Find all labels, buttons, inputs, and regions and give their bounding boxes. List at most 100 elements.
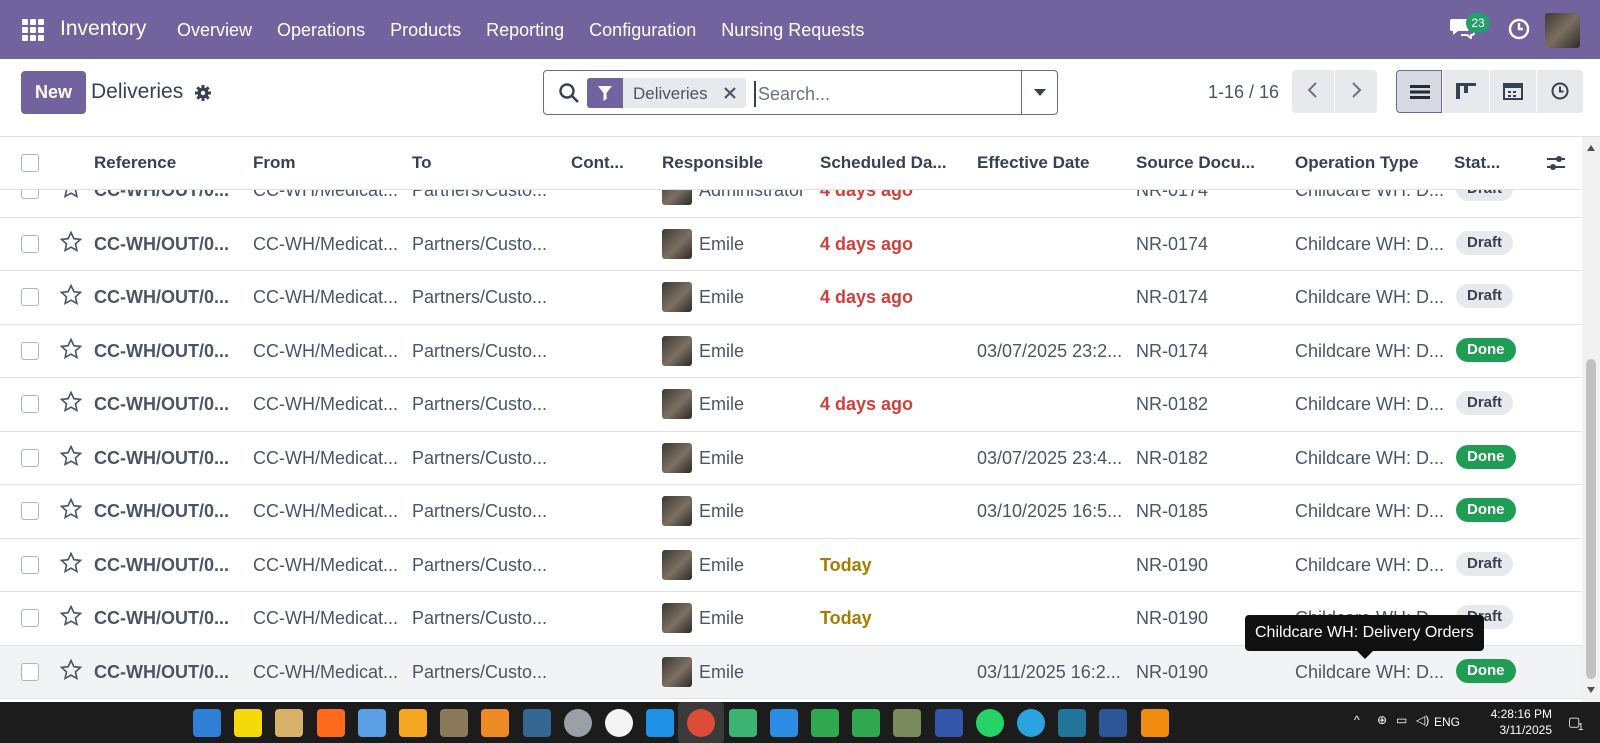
table-row[interactable]: CC-WH/OUT/0... CC-WH/Medicat... Partners/C… [0, 378, 1582, 432]
windows-start-icon[interactable] [193, 709, 221, 737]
star-icon[interactable] [59, 283, 83, 307]
app-brand[interactable]: Inventory [60, 17, 146, 41]
row-checkbox[interactable] [21, 662, 39, 681]
menu-item-products[interactable]: Products [390, 20, 461, 41]
search-options-toggle[interactable] [1021, 71, 1058, 114]
column-operation-type[interactable]: Operation Type [1295, 153, 1418, 173]
column-effective-date[interactable]: Effective Date [977, 153, 1089, 173]
network-icon[interactable] [357, 709, 386, 737]
row-checkbox[interactable] [21, 555, 39, 574]
kanban-view-button[interactable] [1443, 70, 1489, 113]
table-row[interactable]: CC-WH/OUT/0... CC-WH/Medicat... Partners/C… [0, 271, 1582, 325]
star-icon[interactable] [59, 444, 83, 468]
activity-clock-icon[interactable] [1508, 18, 1530, 40]
github-icon[interactable] [605, 709, 633, 737]
menu-item-nursing-requests[interactable]: Nursing Requests [721, 20, 864, 41]
row-checkbox[interactable] [21, 341, 39, 360]
row-checkbox[interactable] [21, 448, 39, 467]
column-responsible[interactable]: Responsible [662, 153, 763, 173]
facet-remove-icon[interactable] [722, 85, 738, 101]
cell-responsible: Emile [699, 501, 745, 521]
row-checkbox[interactable] [21, 609, 39, 627]
star-icon[interactable] [59, 390, 83, 414]
table-row[interactable]: CC-WH/OUT/0... CC-WH/Medicat... Partners/C… [0, 324, 1582, 378]
app-menu-icon[interactable] [22, 19, 44, 41]
file-explorer-icon[interactable] [275, 709, 304, 737]
search-icon[interactable] [558, 82, 580, 104]
scroll-up-arrow-icon[interactable] [1587, 145, 1595, 151]
tray-globe-icon[interactable]: ⊕ [1377, 713, 1387, 727]
tray-chevron-icon[interactable]: ^ [1354, 713, 1360, 727]
table-row[interactable]: CC-WH/OUT/0... CC-WH/Medicat... Partners/C… [0, 217, 1582, 271]
whatsapp-icon[interactable] [975, 709, 1004, 737]
menu-item-configuration[interactable]: Configuration [589, 20, 696, 41]
row-checkbox[interactable] [21, 395, 39, 413]
user-avatar[interactable] [1545, 13, 1580, 48]
column-reference[interactable]: Reference [94, 153, 176, 173]
search-app-icon[interactable] [399, 709, 427, 737]
status-badge: Draft [1456, 284, 1514, 308]
star-icon[interactable] [59, 604, 83, 628]
gimp-icon[interactable] [440, 709, 469, 737]
telegram-icon[interactable] [1017, 709, 1045, 737]
row-checkbox[interactable] [21, 502, 39, 520]
star-icon[interactable] [59, 337, 83, 361]
list-view-button[interactable] [1396, 70, 1442, 113]
postgres-icon[interactable] [522, 709, 551, 737]
new-button[interactable]: New [21, 71, 86, 114]
search-circle-icon[interactable] [563, 709, 592, 737]
column-scheduled-date[interactable]: Scheduled Da... [820, 153, 947, 173]
gear-icon[interactable] [194, 84, 212, 102]
view-switcher [1396, 70, 1584, 113]
operation-type-tooltip: Childcare WH: Delivery Orders [1245, 615, 1484, 659]
search-input[interactable] [754, 81, 1009, 107]
gear-app-icon[interactable] [852, 709, 881, 737]
row-checkbox[interactable] [21, 234, 39, 253]
cell-from: CC-WH/Medicat... [253, 447, 399, 468]
docker-icon[interactable] [646, 709, 675, 737]
activity-view-button[interactable] [1537, 70, 1583, 113]
gamepad-icon[interactable] [893, 709, 922, 737]
star-icon[interactable] [59, 230, 83, 254]
calendar-view-button[interactable] [1490, 70, 1536, 113]
tray-language[interactable]: ENG [1434, 715, 1460, 729]
tray-clock[interactable]: 4:28:16 PM 3/11/2025 [1462, 706, 1552, 738]
table-row[interactable]: CC-WH/OUT/0... CC-WH/Medicat... Partners/C… [0, 538, 1582, 592]
tray-battery-icon[interactable]: ▭ [1396, 713, 1407, 727]
column-contact[interactable]: Cont... [571, 153, 624, 173]
star-icon[interactable] [59, 497, 83, 521]
tray-volume-icon[interactable]: ◁) [1416, 713, 1429, 727]
scroll-thumb[interactable] [1586, 359, 1596, 679]
pager-next-button[interactable] [1335, 70, 1377, 113]
cell-from: CC-WH/Medicat... [253, 608, 399, 628]
column-to[interactable]: To [412, 153, 432, 173]
wordpress-icon[interactable] [1058, 709, 1087, 737]
menu-item-reporting[interactable]: Reporting [486, 20, 564, 41]
star-icon[interactable] [59, 551, 83, 575]
column-status[interactable]: Stat... [1454, 153, 1500, 173]
screen-capture-icon[interactable] [728, 709, 757, 737]
blender-icon[interactable] [481, 709, 510, 737]
table-row[interactable]: CC-WH/OUT/0... CC-WH/Medicat... Partners/C… [0, 485, 1582, 539]
table-row[interactable]: CC-WH/OUT/0... CC-WH/Medicat... Partners/C… [0, 431, 1582, 485]
scroll-down-arrow-icon[interactable] [1587, 687, 1595, 693]
pager-previous-button[interactable] [1292, 70, 1334, 113]
menu-item-operations[interactable]: Operations [277, 20, 365, 41]
sticky-notes-icon[interactable] [234, 709, 263, 737]
column-from[interactable]: From [253, 153, 296, 173]
word-icon[interactable] [1099, 709, 1128, 737]
row-checkbox[interactable] [21, 288, 39, 306]
vlc-icon[interactable] [1140, 709, 1169, 737]
optional-columns-icon[interactable] [1545, 152, 1567, 174]
firefox-icon[interactable] [316, 709, 345, 737]
star-icon[interactable] [59, 658, 83, 682]
select-all-checkbox[interactable] [21, 154, 39, 172]
column-source-document[interactable]: Source Docu... [1136, 153, 1255, 173]
pager-value[interactable]: 1-16 / 16 [1208, 82, 1279, 103]
vertical-scrollbar[interactable] [1582, 137, 1600, 702]
calculator-icon[interactable] [934, 709, 963, 737]
table-row[interactable]: CC-WH/OUT/0... CC-WH/Medicat... Partners/C… [0, 645, 1582, 699]
menu-item-overview[interactable]: Overview [177, 20, 252, 41]
vscode-icon[interactable] [769, 709, 798, 737]
pipe-icon[interactable] [811, 709, 839, 737]
